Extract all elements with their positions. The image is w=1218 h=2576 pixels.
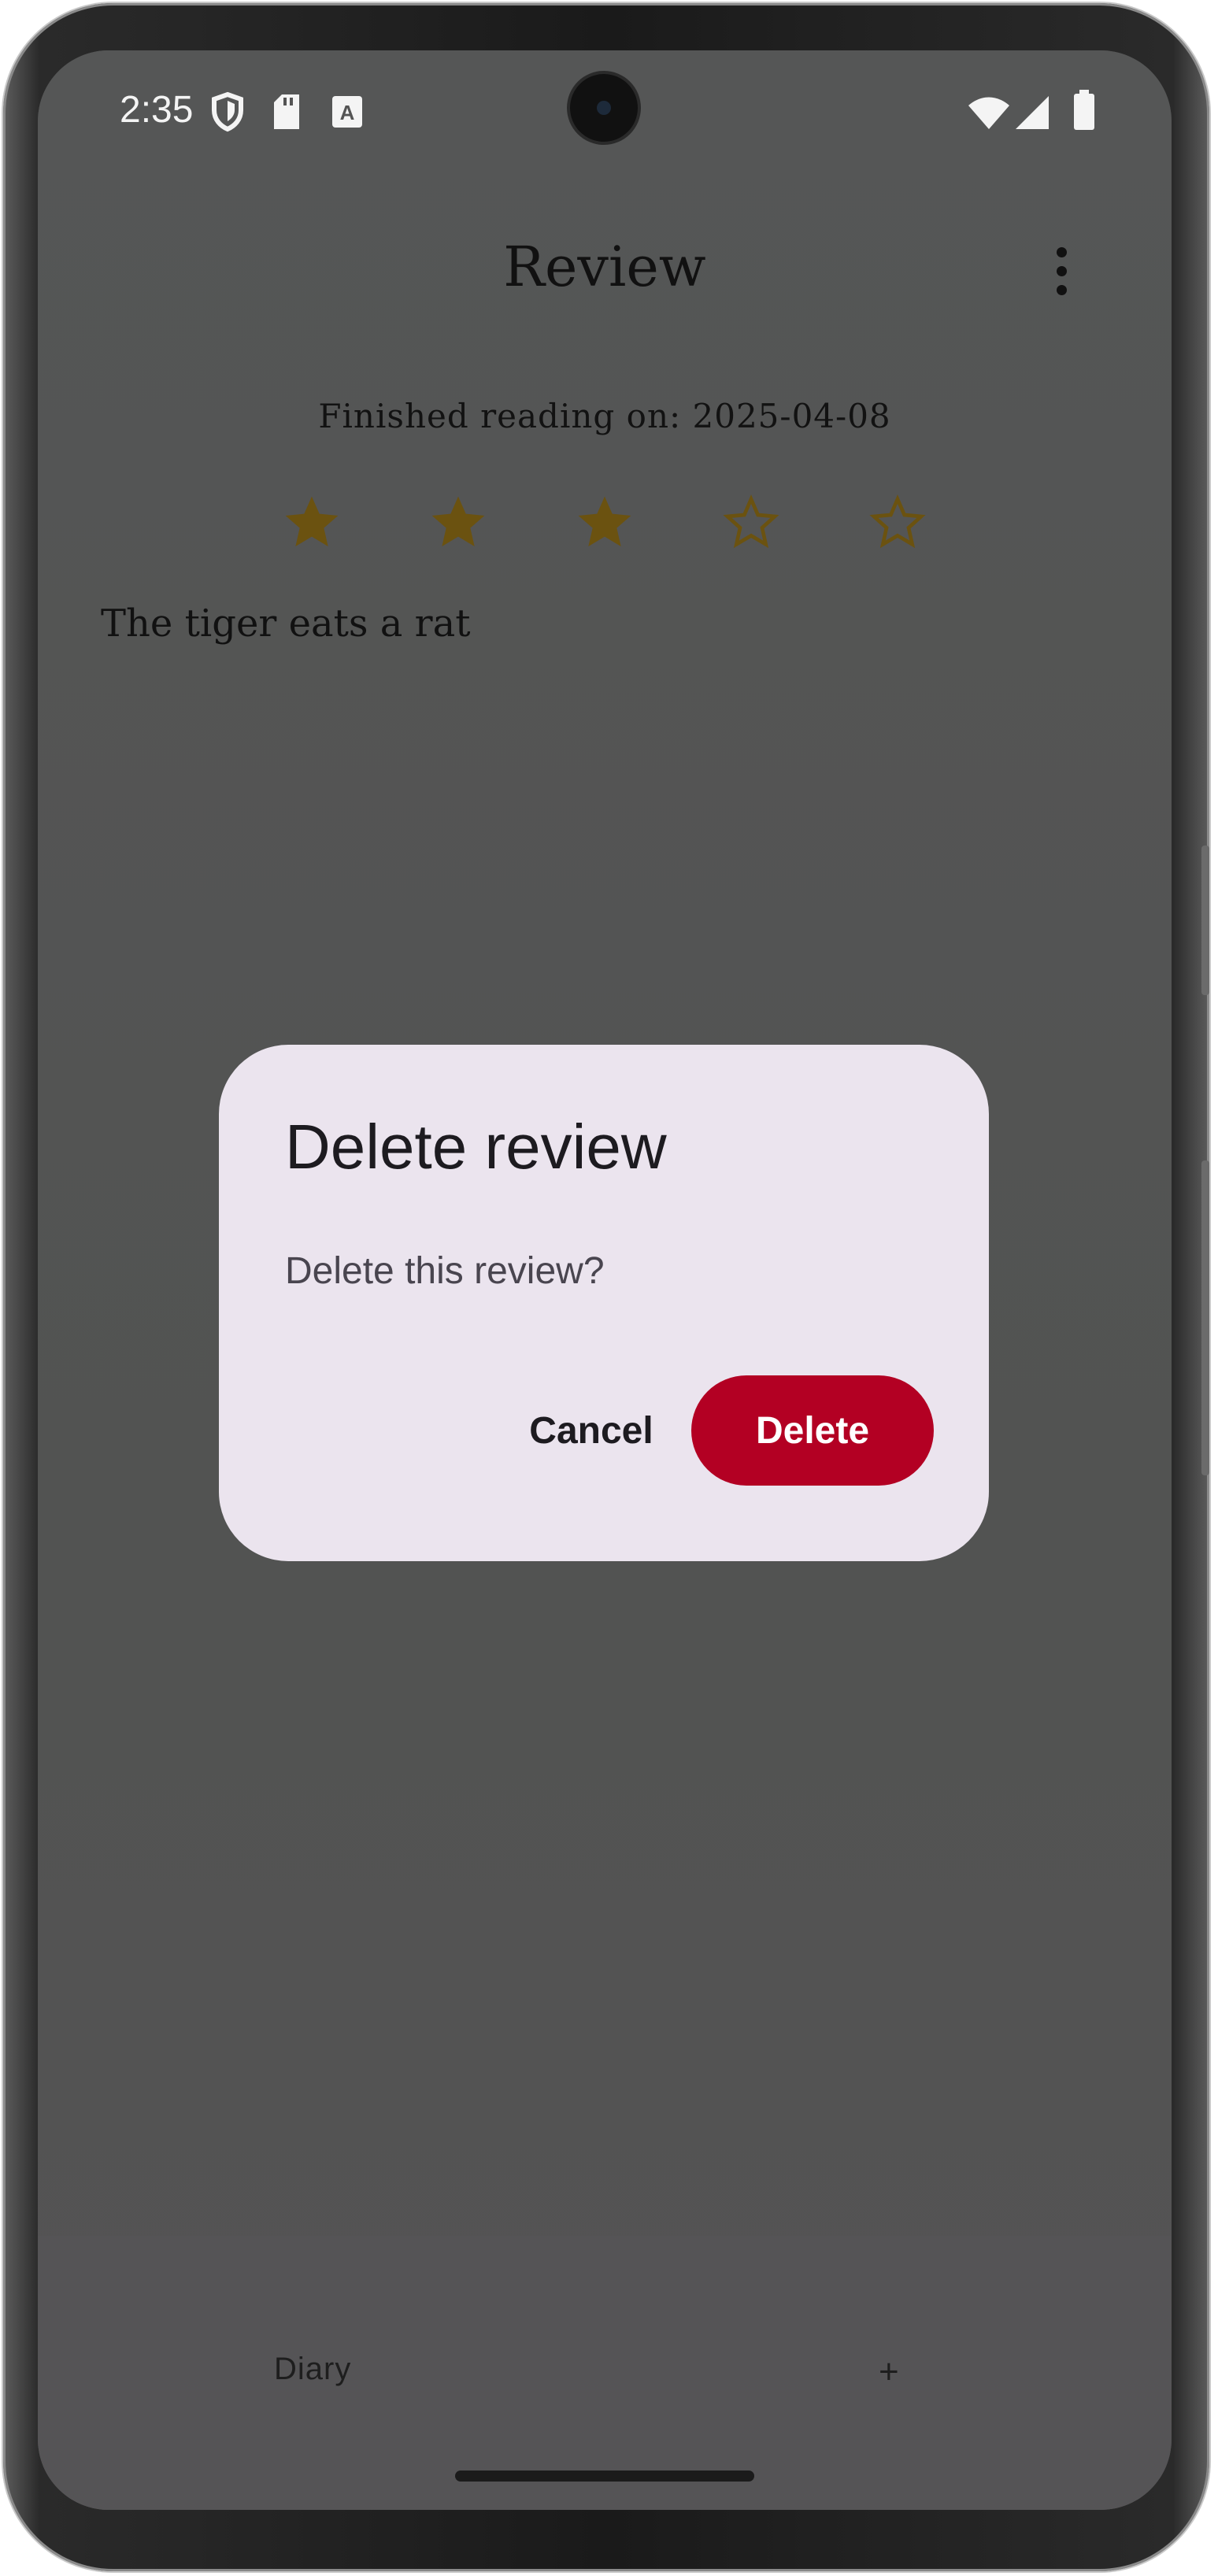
finished-reading-date: Finished reading on: 2025-04-08 — [318, 397, 891, 435]
home-indicator[interactable] — [455, 2471, 754, 2482]
keyboard-a-icon: A — [331, 93, 364, 135]
screen: Diary + 2:35 A Review Finished reading o… — [38, 50, 1172, 2510]
status-time: 2:35 — [120, 89, 194, 131]
dialog-message: Delete this review? — [285, 1250, 605, 1292]
review-text: The tiger eats a rat — [101, 601, 471, 646]
star-filled-icon[interactable] — [573, 491, 636, 554]
star-filled-icon[interactable] — [427, 491, 490, 554]
star-outline-icon[interactable] — [720, 491, 783, 554]
front-camera — [570, 74, 638, 142]
volume-button — [1201, 846, 1209, 995]
wifi-icon — [967, 96, 1011, 135]
cancel-button[interactable]: Cancel — [493, 1375, 690, 1486]
svg-text:A: A — [340, 101, 355, 124]
delete-button[interactable]: Delete — [691, 1375, 934, 1486]
battery-icon — [1072, 90, 1096, 135]
nav-diary-tab[interactable]: Diary — [274, 2352, 351, 2387]
power-button — [1201, 1160, 1209, 1475]
delete-review-dialog: Delete review Delete this review? Cancel… — [219, 1045, 989, 1561]
dialog-title: Delete review — [285, 1112, 667, 1182]
page-title: Review — [503, 235, 706, 299]
sd-card-icon — [271, 93, 302, 135]
star-filled-icon[interactable] — [280, 491, 343, 554]
more-vert-icon[interactable] — [1046, 247, 1077, 310]
bottom-nav-bar: Diary + — [38, 2236, 1172, 2510]
signal-icon — [1014, 94, 1050, 135]
star-outline-icon[interactable] — [866, 491, 929, 554]
shield-icon — [209, 91, 246, 136]
rating-stars — [38, 491, 1172, 578]
nav-add-button[interactable]: + — [879, 2352, 899, 2392]
